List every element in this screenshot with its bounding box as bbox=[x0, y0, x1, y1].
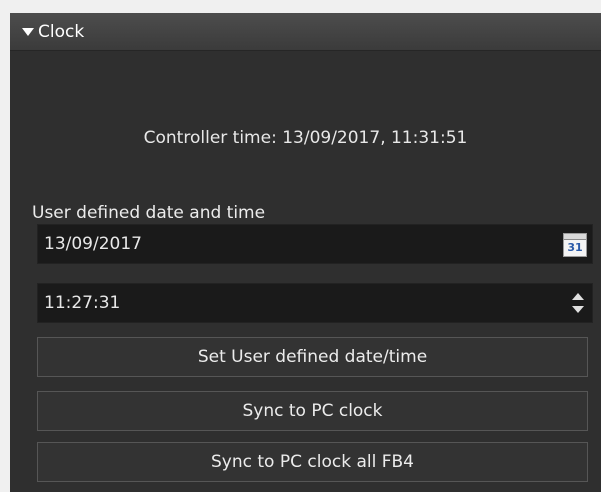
user-defined-label: User defined date and time bbox=[32, 203, 266, 223]
sync-to-pc-clock-all-fb4-button[interactable]: Sync to PC clock all FB4 bbox=[37, 442, 588, 482]
date-field[interactable]: 31 bbox=[37, 224, 593, 264]
set-user-defined-datetime-button[interactable]: Set User defined date/time bbox=[37, 337, 588, 377]
window: Clock Controller time: 13/09/2017, 11:31… bbox=[0, 0, 601, 492]
clock-panel-header[interactable]: Clock bbox=[10, 13, 601, 51]
sync-to-pc-clock-button[interactable]: Sync to PC clock bbox=[37, 391, 588, 431]
spin-up-icon[interactable] bbox=[572, 293, 584, 300]
spin-down-icon[interactable] bbox=[572, 306, 584, 313]
calendar-icon[interactable]: 31 bbox=[563, 233, 587, 257]
up-down-spinner-icon[interactable] bbox=[572, 290, 584, 318]
date-input[interactable] bbox=[44, 234, 524, 254]
time-field[interactable] bbox=[37, 283, 593, 323]
calendar-icon-number: 31 bbox=[567, 241, 583, 254]
time-input[interactable] bbox=[44, 293, 524, 313]
controller-time-text: Controller time: 13/09/2017, 11:31:51 bbox=[143, 128, 468, 148]
panel-title: Clock bbox=[38, 21, 85, 42]
calendar-icon-top bbox=[564, 234, 586, 240]
triangle-down-icon[interactable] bbox=[22, 27, 34, 36]
clock-panel: Clock Controller time: 13/09/2017, 11:31… bbox=[10, 13, 601, 492]
